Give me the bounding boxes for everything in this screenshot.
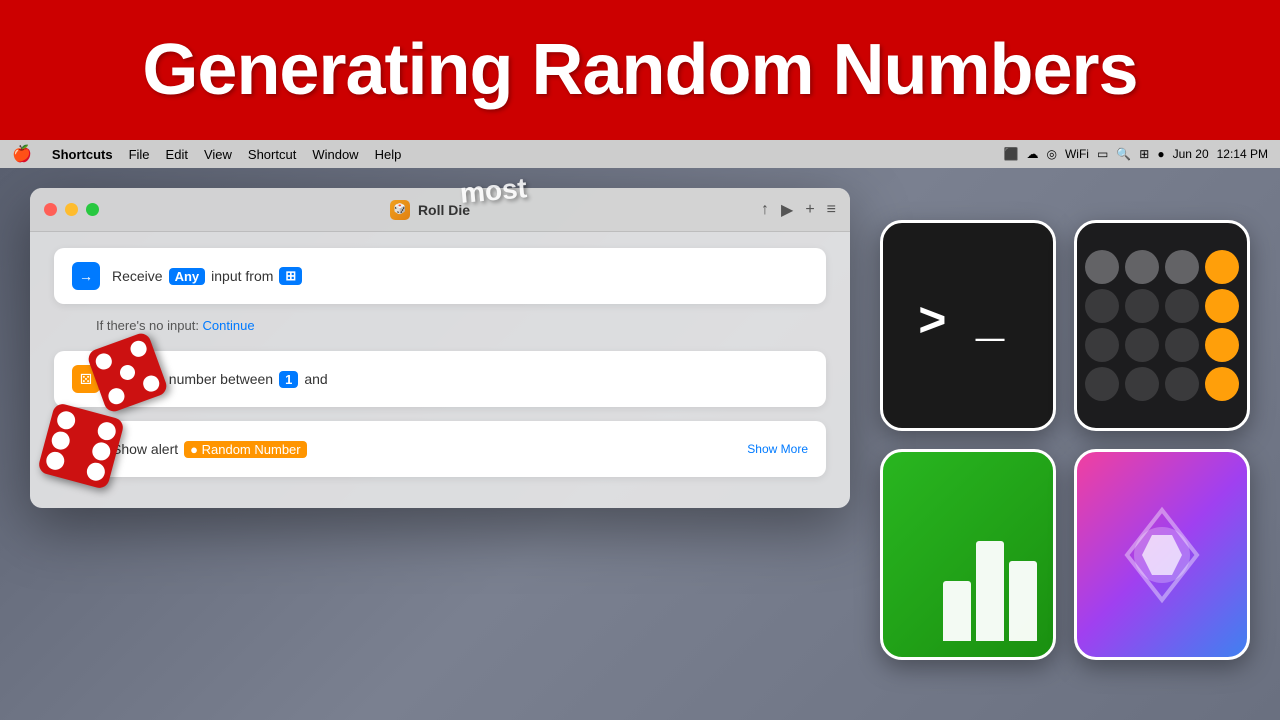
receive-action-text: Receive Any input from ⊞ xyxy=(112,267,302,285)
window-minimize-button[interactable] xyxy=(65,203,78,216)
alert-action-text: Show alert ● Random Number xyxy=(112,441,307,458)
apple-logo[interactable]: 🍎 xyxy=(12,144,32,164)
calc-btn-5 xyxy=(1125,328,1159,362)
dot xyxy=(117,362,137,382)
receive-action-block[interactable]: → Receive Any input from ⊞ xyxy=(54,248,826,304)
menu-window[interactable]: Window xyxy=(312,147,358,162)
no-input-row: If there's no input: Continue xyxy=(54,318,826,337)
svg-text:> _: > _ xyxy=(918,297,1005,351)
play-button[interactable]: ▶ xyxy=(781,200,793,220)
window-toolbar: ↑ ▶ + ≡ xyxy=(761,200,836,220)
menu-help[interactable]: Help xyxy=(375,147,402,162)
calc-btn-1 xyxy=(1085,367,1119,401)
share-button[interactable]: ↑ xyxy=(761,201,769,219)
menu-bar-time: 12:14 PM xyxy=(1217,147,1268,161)
calc-row-3 xyxy=(1085,328,1239,362)
receive-label: Receive xyxy=(112,268,163,284)
menu-bar-icon-wifi[interactable]: WiFi xyxy=(1065,147,1089,161)
menu-bar-icon-screen[interactable]: ▭ xyxy=(1097,147,1108,161)
calc-btn-sub xyxy=(1205,328,1239,362)
bar-1 xyxy=(943,581,971,641)
terminal-svg: > _ xyxy=(908,276,1028,376)
shortcuts-svg xyxy=(1107,500,1217,610)
calc-row-2 xyxy=(1085,289,1239,323)
bar-3 xyxy=(1009,561,1037,641)
show-alert-label: Show alert xyxy=(112,441,178,457)
calculator-app-icon[interactable] xyxy=(1074,220,1250,431)
menu-shortcut[interactable]: Shortcut xyxy=(248,147,296,162)
source-tag[interactable]: ⊞ xyxy=(279,267,302,285)
title-banner: Generating Random Numbers xyxy=(0,0,1280,140)
show-more-button[interactable]: Show More xyxy=(747,442,808,456)
calc-btn-neg xyxy=(1125,250,1159,284)
calc-btn-8 xyxy=(1125,289,1159,323)
bar-2 xyxy=(976,541,1004,641)
dot xyxy=(141,374,161,394)
calc-btn-pct xyxy=(1165,250,1199,284)
most-logo: most xyxy=(459,172,528,210)
receive-action-icon: → xyxy=(72,262,100,290)
random-number-block[interactable]: ⚄ Random number between 1 and xyxy=(54,351,826,407)
calc-row-1 xyxy=(1085,250,1239,284)
any-tag[interactable]: Any xyxy=(169,268,206,285)
calc-row-4 xyxy=(1085,367,1239,401)
menu-bar-icon-control[interactable]: ⊞ xyxy=(1139,147,1149,161)
shortcuts-app-icon[interactable] xyxy=(1074,449,1250,660)
menu-edit[interactable]: Edit xyxy=(166,147,188,162)
menu-bar-icon-location[interactable]: ◎ xyxy=(1047,147,1057,161)
settings-button[interactable]: ≡ xyxy=(827,201,836,219)
menu-bar-icon-cloud[interactable]: ☁ xyxy=(1027,147,1039,161)
calc-btn-ac xyxy=(1085,250,1119,284)
menu-bar-date: Jun 20 xyxy=(1173,147,1209,161)
menu-bar-icon-search[interactable]: 🔍 xyxy=(1116,147,1131,161)
window-maximize-button[interactable] xyxy=(86,203,99,216)
menu-bar-right: ⬛ ☁ ◎ WiFi ▭ 🔍 ⊞ ● Jun 20 12:14 PM xyxy=(1004,147,1268,161)
dot xyxy=(106,386,126,406)
menu-bar-icon-battery: ● xyxy=(1157,147,1164,161)
app-icons-grid: > _ xyxy=(870,210,1260,670)
menu-shortcuts[interactable]: Shortcuts xyxy=(52,147,113,162)
calc-btn-mul xyxy=(1205,289,1239,323)
chart-bars xyxy=(943,521,1037,641)
input-from-label: input from xyxy=(211,268,273,284)
random-number-tag[interactable]: ● Random Number xyxy=(184,441,306,458)
menu-bar: 🍎 Shortcuts File Edit View Shortcut Wind… xyxy=(0,140,1280,168)
calc-btn-2 xyxy=(1125,367,1159,401)
add-action-button[interactable]: + xyxy=(805,201,814,219)
terminal-app-icon[interactable]: > _ xyxy=(880,220,1056,431)
calc-btn-div xyxy=(1205,250,1239,284)
numbers-app-icon[interactable] xyxy=(880,449,1056,660)
dot xyxy=(129,339,149,359)
continue-link[interactable]: Continue xyxy=(203,318,255,333)
min-value-tag[interactable]: 1 xyxy=(279,371,298,388)
show-alert-block[interactable]: ☐ Show alert ● Random Number Show More xyxy=(54,421,826,477)
calc-btn-9 xyxy=(1165,289,1199,323)
no-input-label: If there's no input: xyxy=(96,318,203,333)
menu-bar-icon-camera[interactable]: ⬛ xyxy=(1004,147,1019,161)
most-logo-text: most xyxy=(459,172,528,209)
window-titlebar: 🎲 Roll Die ↑ ▶ + ≡ xyxy=(30,188,850,232)
roll-die-icon: 🎲 xyxy=(390,200,410,220)
calc-btn-add xyxy=(1205,367,1239,401)
calc-btn-3 xyxy=(1165,367,1199,401)
title-text: Generating Random Numbers xyxy=(142,29,1137,111)
window-close-button[interactable] xyxy=(44,203,57,216)
window-title: 🎲 Roll Die xyxy=(107,200,753,220)
menu-file[interactable]: File xyxy=(129,147,150,162)
calc-btn-6 xyxy=(1165,328,1199,362)
calc-btn-4 xyxy=(1085,328,1119,362)
menu-view[interactable]: View xyxy=(204,147,232,162)
dot xyxy=(94,351,114,371)
calc-btn-7 xyxy=(1085,289,1119,323)
and-label: and xyxy=(304,371,327,387)
